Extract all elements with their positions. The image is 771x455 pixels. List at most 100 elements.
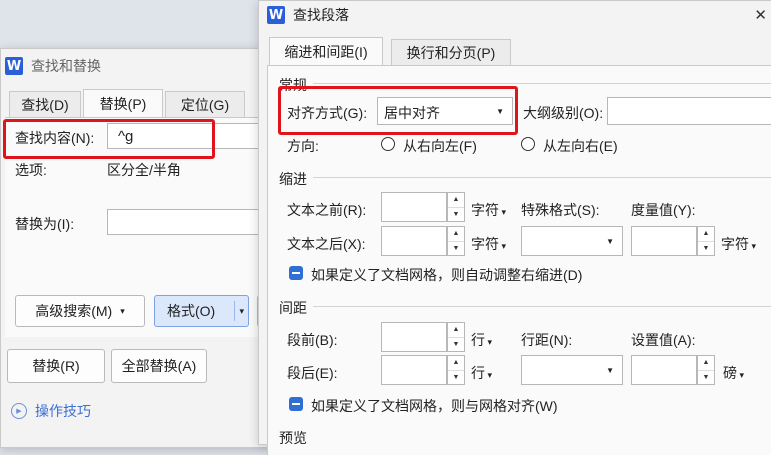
format-label: 格式(O) [167,303,216,319]
spacing-grid-checkbox[interactable] [289,397,303,411]
spacing-grid-label: 如果定义了文档网格，则与网格对齐(W) [311,398,558,414]
space-after-unit: 行 ▾ [471,365,493,381]
space-before-spinner[interactable]: ▲ ▼ [447,322,465,352]
unit-pound: 磅 [723,365,737,381]
space-after-spinner[interactable]: ▲ ▼ [447,355,465,385]
indent-before-input[interactable] [381,192,447,222]
preview-heading: 预览 [279,430,307,446]
tab-replace-label: 替换(P) [99,95,147,112]
general-divider [313,83,771,84]
outline-select[interactable] [607,97,771,125]
replace-button-label: 替换(R) [32,358,80,374]
tab-replace[interactable]: 替换(P) [83,89,163,117]
chevron-down-icon: ▼ [606,366,614,375]
replace-all-button[interactable]: 全部替换(A) [111,349,207,383]
tab-find-label: 查找(D) [21,96,69,113]
chevron-down-icon: ▾ [120,305,125,316]
spin-down-icon[interactable]: ▼ [698,242,714,256]
line-spacing-label: 行距(N): [521,332,573,348]
ltr-radio[interactable] [521,137,535,151]
setting-value-input[interactable] [631,355,697,385]
highlight-find-content [3,119,215,159]
unit-line: 行 [471,332,485,348]
rtl-radio[interactable] [381,137,395,151]
spin-up-icon[interactable]: ▲ [448,356,464,371]
find-replace-title: 查找和替换 [31,58,101,74]
space-before-input[interactable] [381,322,447,352]
indent-grid-checkbox[interactable] [289,266,303,280]
spin-up-icon[interactable]: ▲ [448,193,464,208]
play-icon: ▶ [11,403,27,419]
spin-down-icon[interactable]: ▼ [698,371,714,385]
spin-up-icon[interactable]: ▲ [698,356,714,371]
indent-before-spinner[interactable]: ▲ ▼ [447,192,465,222]
indent-divider [313,177,771,178]
format-dropdown-icon: ▾ [234,301,244,321]
tab-line-page-break-label: 换行和分页(P) [406,44,496,61]
spin-up-icon[interactable]: ▲ [448,323,464,338]
space-after-label: 段后(E): [287,365,338,381]
unit-char: 字符 [721,236,749,252]
unit-line: 行 [471,365,485,381]
close-icon[interactable]: ✕ [754,6,767,24]
chevron-down-icon: ▼ [606,237,614,246]
advanced-search-label: 高级搜索(M) [35,303,113,319]
find-replace-titlebar: W 查找和替换 [1,49,279,83]
highlight-alignment [278,86,518,135]
options-value: 区分全/半角 [107,162,181,178]
spin-up-icon[interactable]: ▲ [448,227,464,242]
space-after-input[interactable] [381,355,447,385]
paragraph-title: 查找段落 [293,7,349,23]
indent-grid-label: 如果定义了文档网格，则自动调整右缩进(D) [311,267,583,283]
spacing-divider [313,306,771,307]
unit-char: 字符 [471,202,499,218]
measure-input[interactable] [631,226,697,256]
tab-goto[interactable]: 定位(G) [165,91,245,117]
replace-all-button-label: 全部替换(A) [121,358,197,374]
unit-char: 字符 [471,236,499,252]
rtl-label: 从右向左(F) [403,138,477,154]
tab-goto-label: 定位(G) [180,96,230,113]
wps-writer-logo: W [267,6,285,24]
replace-button[interactable]: 替换(R) [7,349,105,383]
indent-before-unit: 字符 ▾ [471,202,507,218]
tab-line-page-break[interactable]: 换行和分页(P) [391,39,511,65]
indent-before-label: 文本之前(R): [287,202,367,218]
indent-after-spinner[interactable]: ▲ ▼ [447,226,465,256]
wps-writer-logo: W [5,57,23,75]
spin-up-icon[interactable]: ▲ [698,227,714,242]
setting-value-spinner[interactable]: ▲ ▼ [697,355,715,385]
options-label: 选项: [15,162,47,178]
paragraph-titlebar: W 查找段落 ✕ [259,1,771,29]
tab-find[interactable]: 查找(D) [9,91,81,117]
spin-down-icon[interactable]: ▼ [448,208,464,222]
measure-spinner[interactable]: ▲ ▼ [697,226,715,256]
special-format-label: 特殊格式(S): [521,202,600,218]
direction-label: 方向: [287,138,319,154]
measure-unit: 字符 ▾ [721,236,757,252]
find-replace-dialog: W 查找和替换 查找(D) 替换(P) 定位(G) 查找内容(N): ^g 选项… [0,48,287,448]
space-before-unit: 行 ▾ [471,332,493,348]
indent-after-unit: 字符 ▾ [471,236,507,252]
line-spacing-select[interactable]: ▼ [521,355,623,385]
spin-down-icon[interactable]: ▼ [448,242,464,256]
spacing-heading: 间距 [279,300,307,316]
setting-value-label: 设置值(A): [631,332,696,348]
setting-value-unit: 磅 ▾ [723,365,745,381]
tab-indent-spacing[interactable]: 缩进和间距(I) [269,37,383,65]
space-before-label: 段前(B): [287,332,338,348]
special-format-select[interactable]: ▼ [521,226,623,256]
spin-down-icon[interactable]: ▼ [448,371,464,385]
indent-after-input[interactable] [381,226,447,256]
ltr-label: 从左向右(E) [543,138,618,154]
advanced-search-button[interactable]: 高级搜索(M) ▾ [15,295,145,327]
measure-label: 度量值(Y): [631,202,696,218]
indent-heading: 缩进 [279,171,307,187]
spin-down-icon[interactable]: ▼ [448,338,464,352]
tab-indent-spacing-label: 缩进和间距(I) [284,43,368,60]
outline-label: 大纲级别(O): [523,105,604,121]
format-button[interactable]: 格式(O) ▾ [154,295,249,327]
tips-link[interactable]: ▶ 操作技巧 [11,401,91,421]
paragraph-dialog: W 查找段落 ✕ 缩进和间距(I) 换行和分页(P) 常规 对齐方式(G): 居… [258,0,771,455]
indent-after-label: 文本之后(X): [287,236,366,252]
